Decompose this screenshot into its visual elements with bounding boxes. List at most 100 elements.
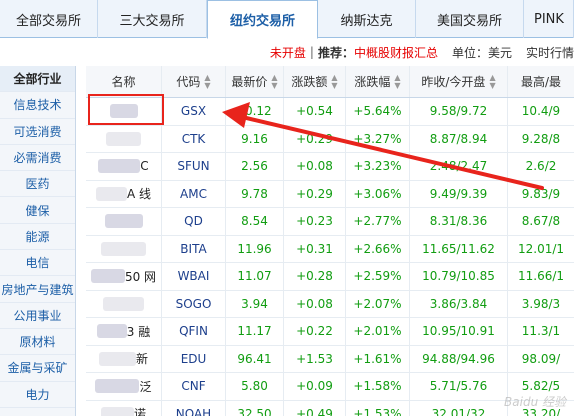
stock-price: 11.96 bbox=[226, 235, 284, 262]
recommend-label: 推荐： bbox=[317, 45, 354, 60]
sidebar-item-it[interactable]: 信息技术 bbox=[0, 92, 75, 119]
sort-icon: ▲ ▼ bbox=[394, 72, 401, 90]
redacted-name bbox=[98, 159, 141, 174]
stock-name[interactable]: C bbox=[86, 153, 162, 180]
stock-pct: +2.59% bbox=[346, 263, 410, 290]
stock-change: +0.08 bbox=[284, 290, 346, 317]
stock-prev-open: 8.87/8.94 bbox=[410, 125, 508, 152]
stock-code[interactable]: SFUN bbox=[162, 153, 226, 180]
table-row[interactable]: 诺 NOAH 32.50 +0.49 +1.53% 32.01/32 33.20/ bbox=[86, 400, 574, 416]
stock-change: +1.53 bbox=[284, 345, 346, 372]
stock-code[interactable]: AMC bbox=[162, 180, 226, 207]
stock-change: +0.54 bbox=[284, 98, 346, 125]
sidebar-item-utilities[interactable]: 公用事业 bbox=[0, 303, 75, 329]
stock-name[interactable]: 3 融 bbox=[86, 318, 162, 345]
col-pct[interactable]: 涨跌幅 ▲ ▼ bbox=[346, 66, 410, 97]
stock-change: +0.28 bbox=[284, 263, 346, 290]
table-row[interactable]: CTK 9.16 +0.29 +3.27% 8.87/8.94 9.28/8 bbox=[86, 125, 574, 153]
stock-high-low: 9.28/8 bbox=[521, 131, 561, 146]
stock-code[interactable]: QFIN bbox=[162, 318, 226, 345]
tab-pink[interactable]: PINK bbox=[524, 0, 574, 38]
stock-high-low: 2.6/2 bbox=[525, 159, 557, 174]
stock-name[interactable] bbox=[86, 125, 162, 152]
realtime-label[interactable]: 实时行情 bbox=[526, 44, 574, 61]
table-row[interactable]: 泛 CNF 5.80 +0.09 +1.58% 5.71/5.76 5.82/5 bbox=[86, 373, 574, 401]
stock-name[interactable]: 新 bbox=[86, 345, 162, 372]
sidebar-item-metals-mining[interactable]: 金属与采矿 bbox=[0, 355, 75, 382]
stock-price: 8.54 bbox=[226, 208, 284, 235]
stock-prev-open: 9.49/9.39 bbox=[410, 180, 508, 207]
stock-prev-open: 5.71/5.76 bbox=[410, 373, 508, 400]
stock-code[interactable]: GSX bbox=[162, 98, 226, 125]
stock-change: +0.29 bbox=[284, 125, 346, 152]
stock-code[interactable]: NOAH bbox=[162, 400, 226, 416]
stock-name[interactable]: 诺 bbox=[86, 400, 162, 416]
table-row[interactable]: SOGO 3.94 +0.08 +2.07% 3.86/3.84 3.98/3 bbox=[86, 290, 574, 318]
stock-high-low: 11.3/1 bbox=[521, 324, 561, 339]
sort-icon: ▲ ▼ bbox=[204, 72, 211, 90]
stock-pct: +2.01% bbox=[346, 318, 410, 345]
col-prev-open[interactable]: 昨收/今开盘 ▲ ▼ bbox=[410, 66, 508, 97]
sidebar-item-all-industries[interactable]: 全部行业 bbox=[0, 66, 75, 93]
stock-price: 9.78 bbox=[226, 180, 284, 207]
stock-high-low: 98.09/ bbox=[521, 351, 561, 366]
stock-code[interactable]: EDU bbox=[162, 345, 226, 372]
tab-nasdaq[interactable]: 纳斯达克 bbox=[318, 0, 416, 38]
table-row[interactable]: 50 网 WBAI 11.07 +0.28 +2.59% 10.79/10.85 11.66… bbox=[86, 263, 574, 291]
stock-prev-open: 10.79/10.85 bbox=[410, 263, 508, 290]
stock-pct: +5.64% bbox=[346, 98, 410, 125]
stock-code[interactable]: CNF bbox=[162, 373, 226, 400]
sidebar-item-healthcare[interactable]: 健保 bbox=[0, 197, 75, 224]
sidebar-item-power[interactable]: 电力 bbox=[0, 382, 75, 408]
stock-name[interactable] bbox=[86, 208, 162, 235]
table-row[interactable]: A 线 AMC 9.78 +0.29 +3.06% 9.49/9.39 9.83/9 bbox=[86, 180, 574, 208]
table-row[interactable]: 新 EDU 96.41 +1.53 +1.61% 94.88/94.96 98.09/ bbox=[86, 345, 574, 373]
recommend-link[interactable]: 中概股财报汇总 bbox=[354, 44, 438, 61]
sidebar-item-telecom[interactable]: 电信 bbox=[0, 250, 75, 277]
stock-code[interactable]: BITA bbox=[162, 235, 226, 262]
table-row[interactable]: BITA 11.96 +0.31 +2.66% 11.65/11.62 12.01/1 bbox=[86, 235, 574, 263]
col-code[interactable]: 代码 ▲ ▼ bbox=[162, 66, 226, 97]
tab-three-major-exchanges[interactable]: 三大交易所 bbox=[98, 0, 207, 38]
stock-name[interactable]: 50 网 bbox=[86, 263, 162, 290]
stock-price: 32.50 bbox=[226, 400, 284, 416]
highlight-box bbox=[88, 94, 164, 125]
sidebar-item-materials[interactable]: 原材料 bbox=[0, 329, 75, 356]
stock-code[interactable]: QD bbox=[162, 208, 226, 235]
watermark: Baidu 经验 bbox=[504, 395, 566, 409]
stock-pct: +2.07% bbox=[346, 290, 410, 317]
stock-code[interactable]: CTK bbox=[162, 125, 226, 152]
stock-high-low: 12.01/1 bbox=[517, 241, 565, 256]
stock-code[interactable]: SOGO bbox=[162, 290, 226, 317]
stock-pct: +1.58% bbox=[346, 373, 410, 400]
redacted-name bbox=[90, 269, 125, 284]
tab-nyse[interactable]: 纽约交易所 bbox=[207, 0, 318, 39]
col-name[interactable]: 名称 bbox=[86, 66, 162, 97]
industry-sidebar: 全部行业 信息技术 可选消费 必需消费 医药 健保 能源 电信 房地产与建筑 公… bbox=[0, 66, 76, 416]
sidebar-item-real-estate[interactable]: 房地产与建筑 bbox=[0, 276, 75, 303]
sidebar-item-pharma[interactable]: 医药 bbox=[0, 171, 75, 198]
sidebar-item-consumer-staples[interactable]: 必需消费 bbox=[0, 145, 75, 172]
stock-price: 11.17 bbox=[226, 318, 284, 345]
stock-name[interactable]: A 线 bbox=[86, 180, 162, 207]
exchange-tab-bar: 全部交易所 三大交易所 纽约交易所 纳斯达克 美国交易所 PINK bbox=[0, 0, 574, 39]
table-row[interactable]: C SFUN 2.56 +0.08 +3.23% 2.48/2.47 2.6/2 bbox=[86, 153, 574, 181]
stock-name[interactable] bbox=[86, 235, 162, 262]
stock-change: +0.31 bbox=[284, 235, 346, 262]
tab-all-exchanges[interactable]: 全部交易所 bbox=[0, 0, 98, 38]
stock-name[interactable] bbox=[86, 290, 162, 317]
stock-price: 96.41 bbox=[226, 345, 284, 372]
table-row[interactable]: 3 融 QFIN 11.17 +0.22 +2.01% 10.95/10.91 11.3/1 bbox=[86, 318, 574, 346]
sidebar-item-consumer-discretionary[interactable]: 可选消费 bbox=[0, 119, 75, 145]
stock-prev-open: 94.88/94.96 bbox=[410, 345, 508, 372]
col-high-low[interactable]: 最高/最 bbox=[508, 66, 574, 97]
table-row[interactable]: QD 8.54 +0.23 +2.77% 8.31/8.36 8.67/8 bbox=[86, 208, 574, 236]
unit-label: 单位：美元 bbox=[451, 45, 512, 60]
stock-code[interactable]: WBAI bbox=[162, 263, 226, 290]
sidebar-item-energy[interactable]: 能源 bbox=[0, 224, 75, 251]
col-price[interactable]: 最新价 ▲ ▼ bbox=[226, 66, 284, 97]
tab-amex[interactable]: 美国交易所 bbox=[416, 0, 524, 38]
stock-prev-open: 10.95/10.91 bbox=[410, 318, 508, 345]
stock-name[interactable]: 泛 bbox=[86, 373, 162, 400]
col-change[interactable]: 涨跌额 ▲ ▼ bbox=[284, 66, 346, 97]
